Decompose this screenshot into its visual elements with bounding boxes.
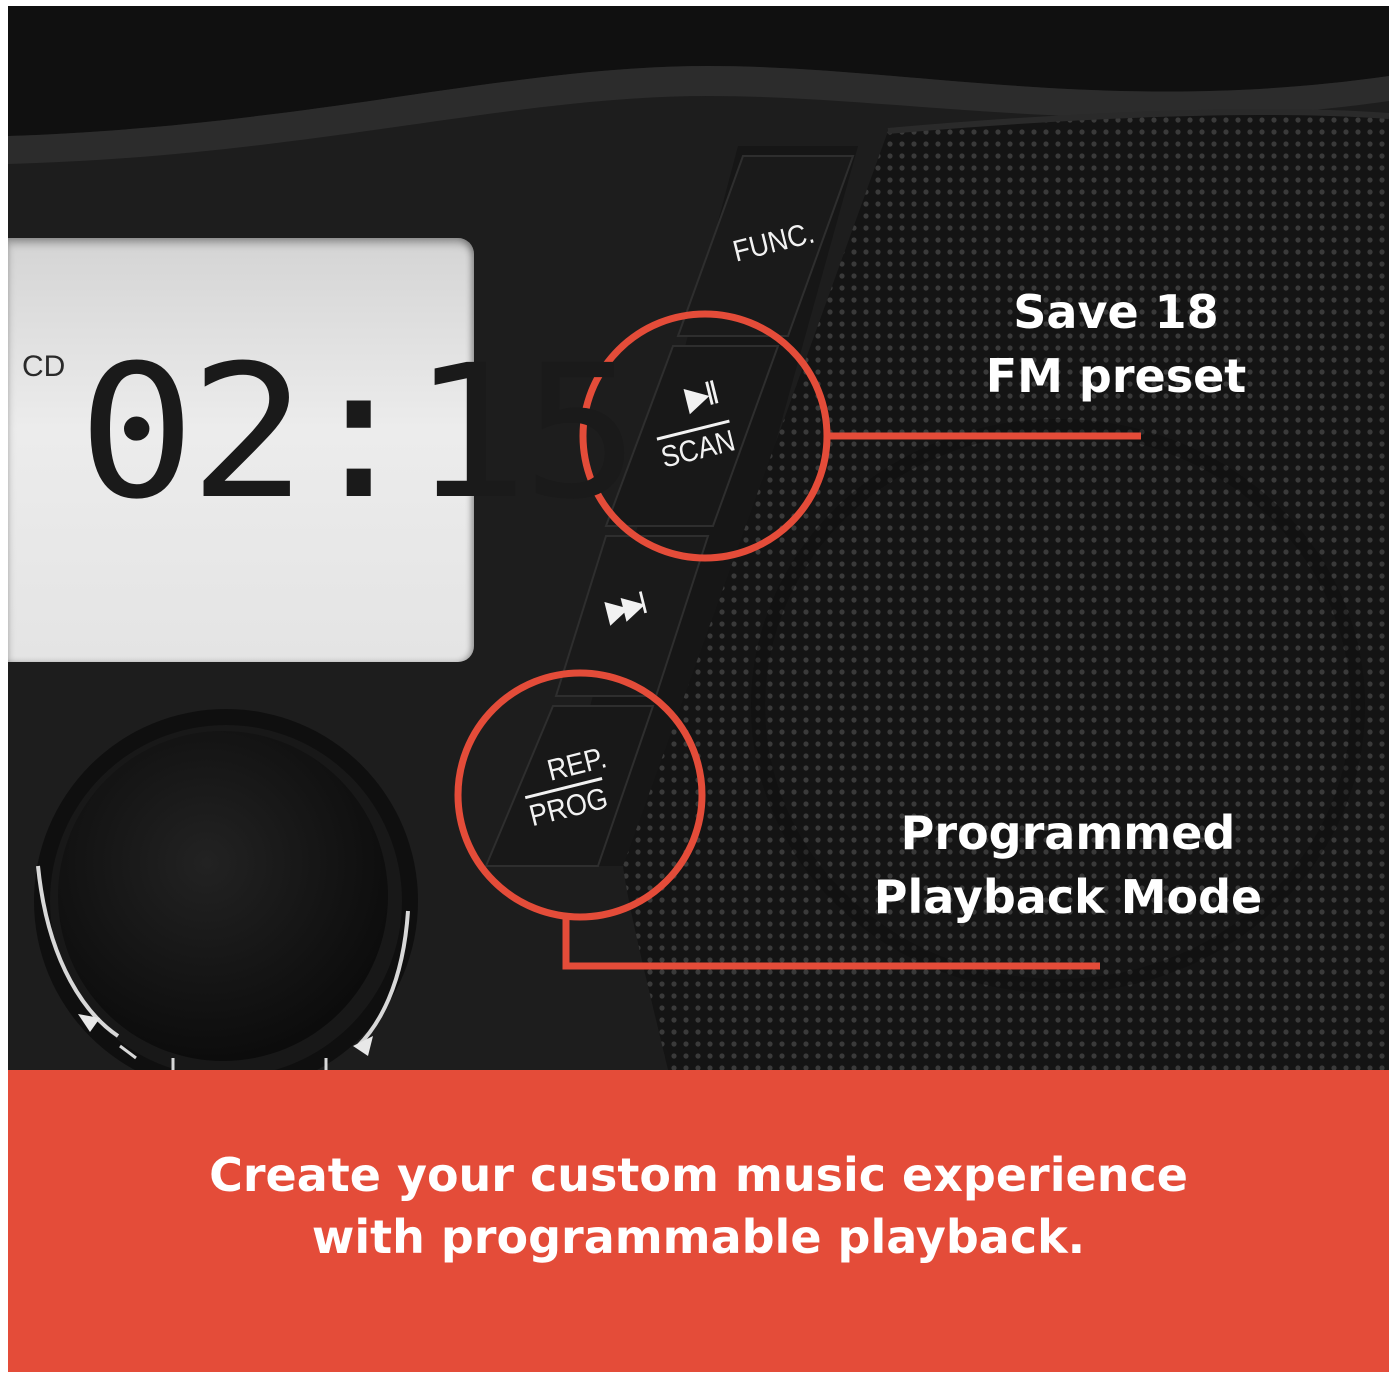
- prog-callout-text: Programmed Playback Mode: [828, 801, 1308, 929]
- scan-callout-text: Save 18 FM preset: [926, 280, 1306, 408]
- scan-callout-line2: FM preset: [985, 349, 1247, 403]
- product-image-frame: CD 02:15 FUNC. ▶II SCAN ▶▶I REP. PROG Sa…: [8, 6, 1389, 1372]
- radio-photo: CD 02:15 FUNC. ▶II SCAN ▶▶I REP. PROG Sa…: [8, 6, 1389, 1070]
- lcd-display: CD 02:15: [8, 238, 640, 662]
- feature-banner: Create your custom music experience with…: [8, 1070, 1389, 1372]
- prog-callout-line2: Playback Mode: [873, 870, 1263, 924]
- lcd-time-readout: 02:15: [78, 326, 640, 540]
- lcd-source-label: CD: [22, 350, 66, 383]
- scan-callout-line1: Save 18: [1013, 285, 1219, 339]
- banner-text-line1: Create your custom music experience: [209, 1148, 1188, 1202]
- banner-text-line2: with programmable playback.: [311, 1210, 1086, 1264]
- prog-callout-line1: Programmed: [900, 806, 1236, 860]
